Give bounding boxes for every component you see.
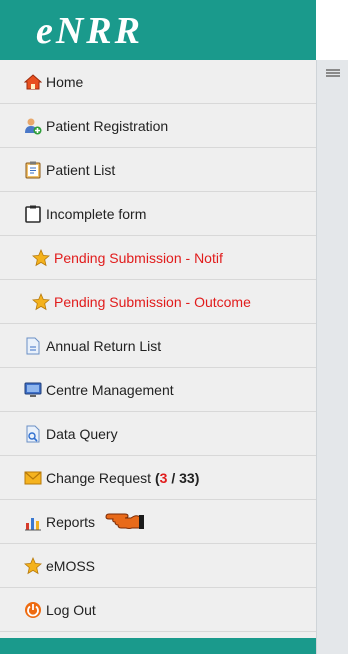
add-user-icon: [24, 117, 42, 135]
change-request-close-paren: ): [194, 469, 200, 486]
sidebar-footer-bar: [0, 638, 316, 654]
envelope-icon: [24, 469, 42, 487]
sidebar-item-patient-list[interactable]: Patient List: [0, 148, 316, 192]
sidebar-item-label: Patient List: [46, 161, 116, 178]
change-request-separator: /: [167, 469, 180, 486]
change-request-label: Change Request: [46, 469, 152, 486]
clipboard-icon: [24, 205, 42, 223]
sidebar-item-patient-registration[interactable]: Patient Registration: [0, 104, 316, 148]
sidebar-menu: Home Patient Registration Patient List I…: [0, 60, 316, 638]
sidebar-item-pending-outcome[interactable]: Pending Submission - Outcome: [0, 280, 316, 324]
sidebar-item-label: Reports: [46, 513, 96, 530]
sidebar-item-label: Pending Submission - Notif: [54, 249, 223, 266]
sidebar-item-label: Change Request (3 / 33): [46, 470, 199, 486]
sidebar-item-data-query[interactable]: Data Query: [0, 412, 316, 456]
sidebar-item-label: Patient Registration: [46, 117, 169, 134]
sidebar-item-label: Data Query: [46, 425, 118, 442]
sidebar-item-label: Centre Management: [46, 381, 174, 398]
clipboard-list-icon: [24, 161, 42, 179]
bar-chart-icon: [24, 513, 42, 531]
change-request-total-count: 33: [179, 469, 195, 486]
star-icon: [32, 292, 50, 311]
sidebar-item-emoss[interactable]: eMOSS: [0, 544, 316, 588]
star-icon: [24, 556, 42, 575]
sidebar-item-label: Log Out: [46, 601, 96, 618]
power-icon: [24, 601, 42, 619]
sidebar-item-change-request[interactable]: Change Request (3 / 33): [0, 456, 316, 500]
app-logo[interactable]: eNRR: [36, 12, 143, 50]
sidebar-item-label: Incomplete form: [46, 205, 147, 222]
app-header: eNRR: [0, 0, 316, 60]
search-document-icon: [24, 425, 42, 443]
content-pane: [316, 60, 348, 654]
sidebar-item-label: eMOSS: [46, 557, 96, 574]
sidebar-item-home[interactable]: Home: [0, 60, 316, 104]
pointing-hand-icon: [105, 510, 145, 533]
sidebar-item-centre-management[interactable]: Centre Management: [0, 368, 316, 412]
document-icon: [24, 337, 42, 355]
sidebar-item-label: Home: [46, 73, 84, 90]
sidebar-item-log-out[interactable]: Log Out: [0, 588, 316, 632]
sidebar-item-label: Annual Return List: [46, 337, 162, 354]
hamburger-menu-icon[interactable]: [326, 69, 340, 78]
sidebar-item-label: Pending Submission - Outcome: [54, 293, 251, 310]
sidebar-item-pending-notif[interactable]: Pending Submission - Notif: [0, 236, 316, 280]
home-icon: [24, 73, 42, 91]
star-icon: [32, 248, 50, 267]
sidebar-item-annual-return-list[interactable]: Annual Return List: [0, 324, 316, 368]
sidebar-item-reports[interactable]: Reports: [0, 500, 316, 544]
sidebar-item-incomplete-form[interactable]: Incomplete form: [0, 192, 316, 236]
monitor-icon: [24, 381, 42, 399]
